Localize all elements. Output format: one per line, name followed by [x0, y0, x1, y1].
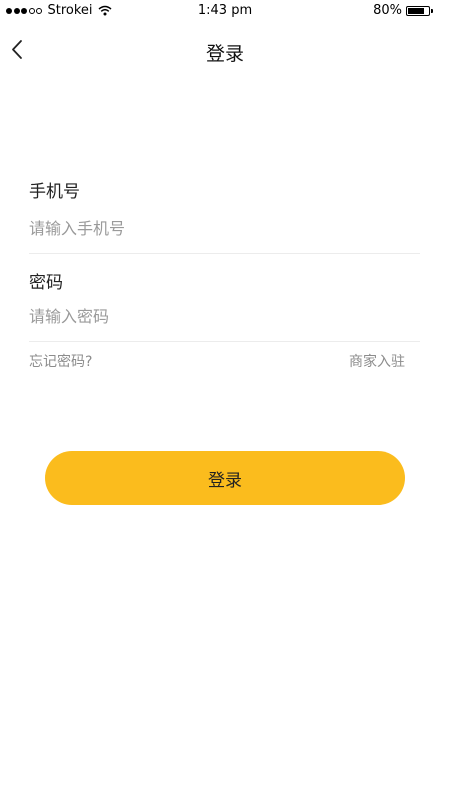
password-label: 密码: [29, 273, 63, 293]
battery-level: [408, 7, 424, 14]
status-bar: Strokei 1:43 pm 80%: [0, 0, 450, 22]
login-button[interactable]: 登录: [45, 451, 405, 505]
merchant-join-link[interactable]: 商家入驻: [349, 351, 405, 371]
status-right: 80%: [373, 3, 433, 18]
phone-divider: [29, 253, 420, 254]
nav-bar: 登录: [0, 22, 450, 78]
forgot-password-link[interactable]: 忘记密码?: [29, 351, 92, 371]
phone-label: 手机号: [29, 182, 80, 202]
page-title: 登录: [205, 43, 244, 65]
battery-icon: [406, 5, 433, 16]
password-divider: [29, 341, 420, 342]
password-input[interactable]: [29, 302, 409, 330]
phone-input[interactable]: [29, 214, 409, 242]
battery-percentage: 80%: [373, 3, 402, 18]
